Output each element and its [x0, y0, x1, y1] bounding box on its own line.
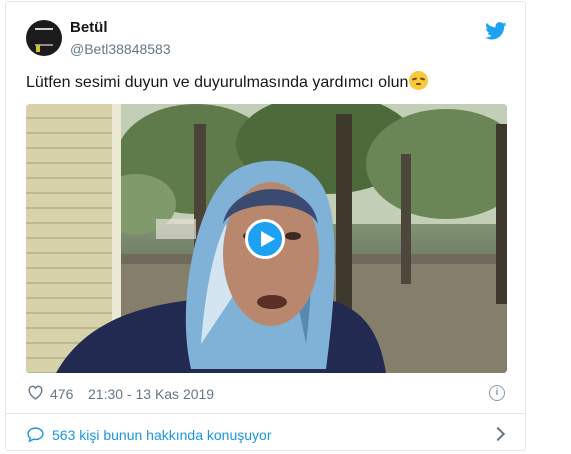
heart-icon[interactable] [27, 385, 44, 400]
like-count[interactable]: 476 [50, 386, 73, 402]
tweet-text: Lütfen sesimi duyun ve duyurulmasında ya… [26, 71, 429, 94]
chevron-right-icon[interactable] [490, 426, 506, 442]
divider [6, 413, 525, 414]
conversation-link[interactable]: 563 kişi bunun hakkında konuşuyor [52, 427, 271, 443]
play-icon[interactable] [245, 219, 285, 259]
info-icon[interactable]: i [489, 385, 505, 401]
speech-bubble-icon[interactable] [27, 427, 44, 442]
author-handle[interactable]: @Betl38848583 [70, 41, 171, 57]
avatar[interactable] [26, 20, 62, 56]
author-name[interactable]: Betül [70, 19, 108, 36]
tweet-body: Lütfen sesimi duyun ve duyurulmasında ya… [26, 74, 409, 91]
tweet-card: Betül @Betl38848583 Lütfen sesimi duyun … [5, 1, 526, 451]
twitter-bird-icon[interactable] [485, 22, 507, 40]
pensive-face-emoji [409, 71, 429, 90]
video-player[interactable] [26, 104, 507, 373]
tweet-timestamp[interactable]: 21:30 - 13 Kas 2019 [88, 386, 214, 402]
